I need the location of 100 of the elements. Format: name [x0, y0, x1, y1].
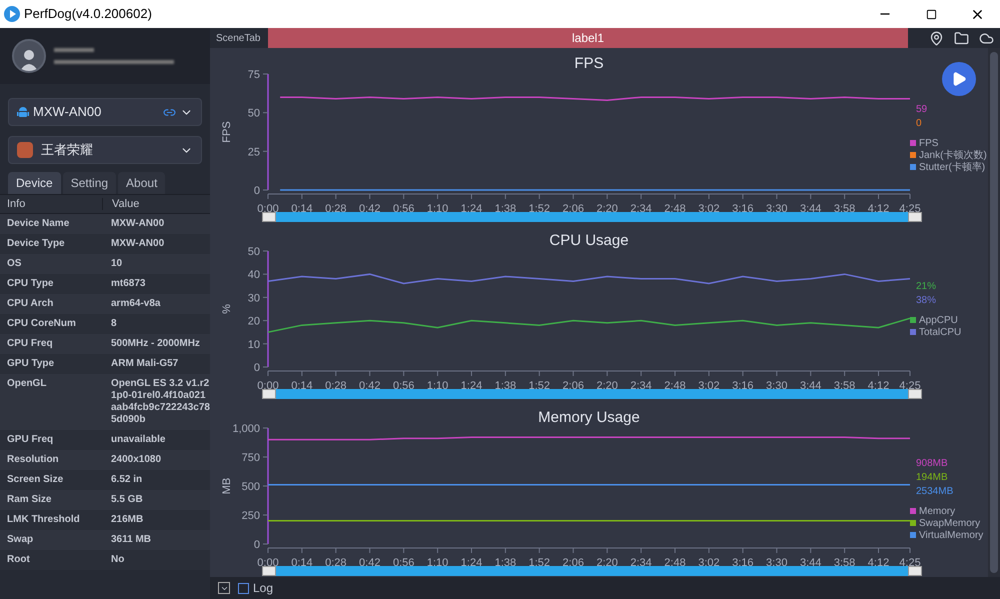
maximize-icon: [926, 8, 936, 20]
axis-label: MB: [221, 478, 233, 494]
sidebar-tab[interactable]: Device: [8, 172, 61, 194]
tick-label: 3:02: [698, 203, 720, 212]
range-slider[interactable]: [262, 566, 922, 576]
expand-log-button[interactable]: [218, 582, 230, 594]
slider-handle[interactable]: [262, 566, 276, 576]
location-pin-icon[interactable]: [929, 30, 944, 46]
tick-label: 3:58: [834, 203, 856, 212]
table-cell-text: 500MHz - 2000MHz: [110, 338, 201, 350]
slider-handle[interactable]: [262, 212, 276, 222]
tick-label: 3:16: [732, 203, 754, 212]
tick-label: 3:16: [732, 557, 754, 566]
tick-label: 1:52: [528, 557, 550, 566]
tick-label: 0: [254, 539, 260, 551]
tick-label: 1:24: [460, 203, 482, 212]
tick-label: 0:28: [325, 380, 347, 389]
legend-label: Memory: [919, 506, 956, 517]
table-cell-text: OpenGL ES 3.2 v1.r21p0-01rel0.4f10a021aab4fcb9c722243c785d090b: [110, 378, 210, 426]
legend-label: TotalCPU: [919, 327, 962, 338]
table-cell-text: 8: [110, 318, 118, 330]
column-header: Value: [111, 198, 140, 210]
device-dropdown[interactable]: MXW-AN00: [8, 98, 202, 126]
avatar-icon: [12, 39, 46, 73]
tick-label: 4:25: [899, 203, 921, 212]
scene-label-bar[interactable]: label1: [268, 28, 908, 48]
tick-label: 0: [254, 185, 260, 197]
slider-handle[interactable]: [262, 389, 276, 399]
tick-label: 2:34: [630, 380, 652, 389]
tick-label: 2:20: [596, 203, 618, 212]
tick-label: 0:00: [257, 557, 279, 566]
tick-label: 0:14: [291, 203, 313, 212]
app-dropdown[interactable]: 王者荣耀: [8, 136, 202, 164]
tick-label: 50: [248, 108, 260, 120]
tick-label: 0:00: [257, 203, 279, 212]
tick-label: 2:34: [630, 203, 652, 212]
legend-label: FPS: [919, 138, 938, 149]
tick-label: 3:16: [732, 380, 754, 389]
tick-label: 250: [242, 510, 260, 522]
tick-label: 500: [242, 481, 260, 493]
play-icon: [951, 71, 967, 87]
tick-label: 2:20: [596, 380, 618, 389]
tick-label: 0:56: [392, 557, 414, 566]
tick-label: 2:34: [630, 557, 652, 566]
table-cell-text: OpenGL: [6, 378, 48, 390]
table-cell-text: CPU Freq: [6, 338, 54, 350]
table-cell-text: 10: [110, 258, 124, 270]
tick-label: 75: [248, 69, 260, 81]
table-cell-text: CPU CoreNum: [6, 318, 77, 330]
range-slider[interactable]: [262, 212, 922, 222]
tick-label: 4:25: [899, 380, 921, 389]
tick-label: 1:24: [460, 557, 482, 566]
tick-label: 2:06: [562, 203, 584, 212]
scrollbar[interactable]: [988, 48, 1000, 577]
tick-label: 4:25: [899, 557, 921, 566]
tick-label: 4:12: [868, 380, 890, 389]
app-icon: [17, 142, 33, 158]
tick-label: 2:06: [562, 557, 584, 566]
table-cell-text: 2400x1080: [110, 454, 162, 466]
legend-label: Jank(卡顿次数): [919, 150, 987, 161]
slider-handle[interactable]: [908, 212, 922, 222]
reading-value: 21%: [916, 281, 936, 292]
tick-label: 25: [248, 146, 260, 158]
table-cell-text: OS: [6, 258, 22, 270]
column-header: Info: [0, 198, 103, 210]
table-cell-text: Screen Size: [6, 474, 64, 486]
reading-value: 2534MB: [916, 486, 954, 497]
slider-handle[interactable]: [908, 566, 922, 576]
sidebar-tab[interactable]: About: [118, 172, 166, 194]
sidebar-tab[interactable]: Setting: [62, 172, 116, 194]
range-slider[interactable]: [262, 389, 922, 399]
tick-label: 0:14: [291, 380, 313, 389]
tick-label: 0:56: [392, 380, 414, 389]
tick-label: 1:10: [426, 557, 448, 566]
android-icon: [17, 106, 29, 118]
tick-label: 1:38: [494, 203, 516, 212]
legend-label: Stutter(卡顿率): [919, 162, 986, 173]
table-cell-text: MXW-AN00: [110, 218, 166, 230]
tick-label: 1:10: [426, 380, 448, 389]
table-cell-text: CPU Arch: [6, 298, 54, 310]
play-button[interactable]: [942, 62, 976, 96]
tick-label: 10: [248, 338, 260, 351]
tick-label: 1:24: [460, 380, 482, 389]
tick-label: 1,000: [232, 423, 260, 435]
tick-label: 2:20: [596, 557, 618, 566]
tick-label: 3:30: [766, 380, 788, 389]
scene-tab-label: SceneTab: [215, 32, 262, 46]
chart-title: FPS: [574, 55, 604, 72]
tick-label: 750: [242, 452, 260, 464]
log-checkbox[interactable]: [238, 582, 249, 594]
tick-label: 1:38: [494, 380, 516, 389]
table-cell-text: 3611 MB: [110, 534, 152, 546]
slider-handle[interactable]: [908, 389, 922, 399]
cloud-icon[interactable]: [979, 30, 994, 46]
reading-value: 59: [916, 104, 928, 115]
tick-label: 0: [254, 362, 260, 374]
table-cell-text: 6.52 in: [110, 474, 144, 486]
folder-icon[interactable]: [954, 30, 969, 46]
table-cell-text: CPU Type: [6, 278, 54, 290]
tick-label: 3:44: [800, 380, 822, 389]
